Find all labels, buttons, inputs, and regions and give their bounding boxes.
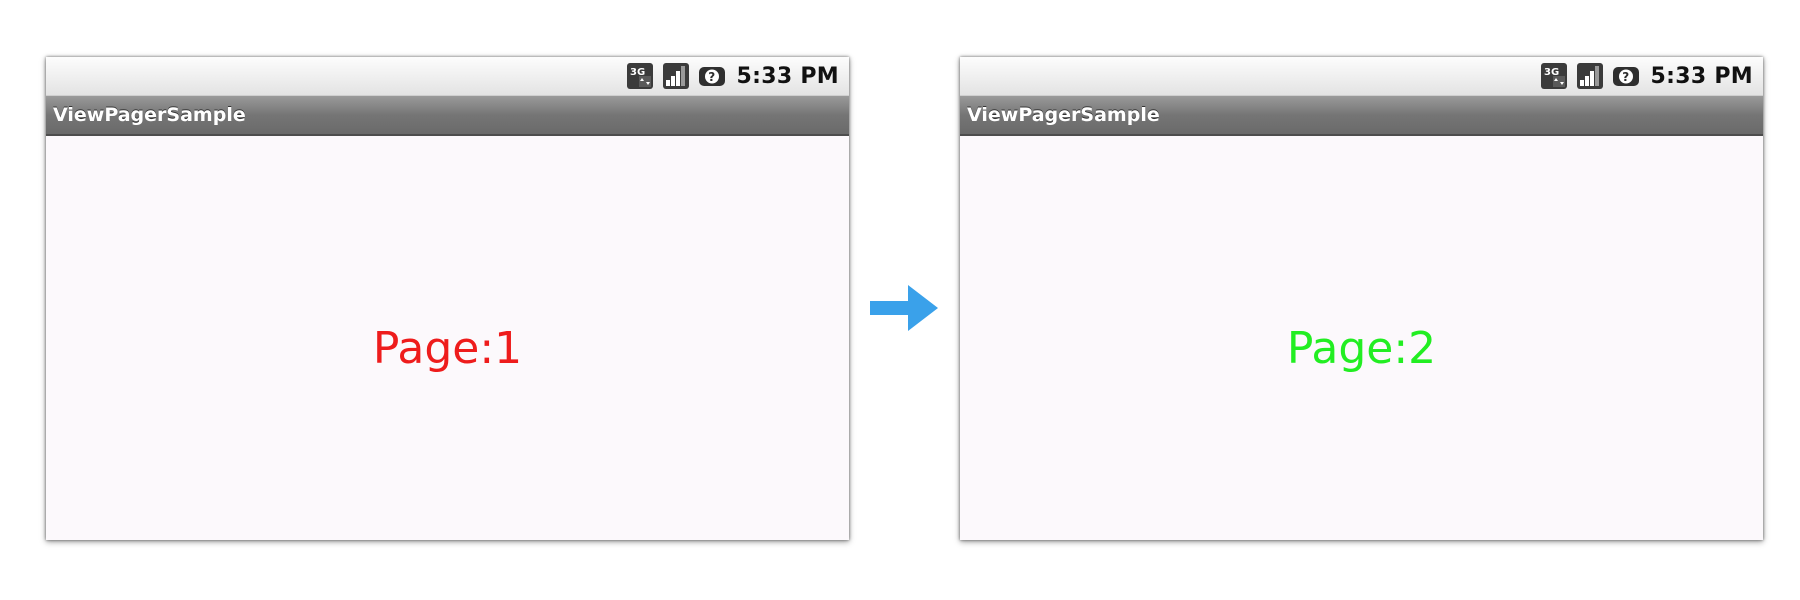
screenshot-stage: 3G ? 5:33 PM ViewPagerSample Page:1 3G ?… [0, 0, 1800, 600]
app-title: ViewPagerSample [967, 104, 1160, 126]
status-icons: 3G ? 5:33 PM [1539, 57, 1754, 95]
status-clock: 5:33 PM [1650, 63, 1753, 89]
arrow-right-shape [870, 285, 938, 331]
arrow-right-icon [870, 285, 938, 331]
device-screen-page-2: 3G ? 5:33 PM ViewPagerSample Page:2 [960, 57, 1763, 540]
status-bar: 3G ? 5:33 PM [960, 57, 1763, 96]
view-pager-page[interactable]: Page:1 [46, 136, 849, 540]
signal-strength-icon [661, 61, 691, 91]
svg-text:?: ? [1622, 70, 1629, 84]
device-screen-page-1: 3G ? 5:33 PM ViewPagerSample Page:1 [46, 57, 849, 540]
3g-data-icon: 3G [625, 61, 655, 91]
app-title-bar: ViewPagerSample [46, 96, 849, 136]
status-bar: 3G ? 5:33 PM [46, 57, 849, 96]
page-label: Page:2 [1286, 323, 1437, 374]
battery-unknown-icon: ? [1611, 61, 1641, 91]
page-label: Page:1 [372, 323, 523, 374]
app-title: ViewPagerSample [53, 104, 246, 126]
battery-unknown-icon: ? [697, 61, 727, 91]
svg-text:?: ? [708, 70, 715, 84]
3g-data-icon: 3G [1539, 61, 1569, 91]
status-clock: 5:33 PM [736, 63, 839, 89]
status-icons: 3G ? 5:33 PM [625, 57, 840, 95]
app-title-bar: ViewPagerSample [960, 96, 1763, 136]
view-pager-page[interactable]: Page:2 [960, 136, 1763, 540]
signal-strength-icon [1575, 61, 1605, 91]
